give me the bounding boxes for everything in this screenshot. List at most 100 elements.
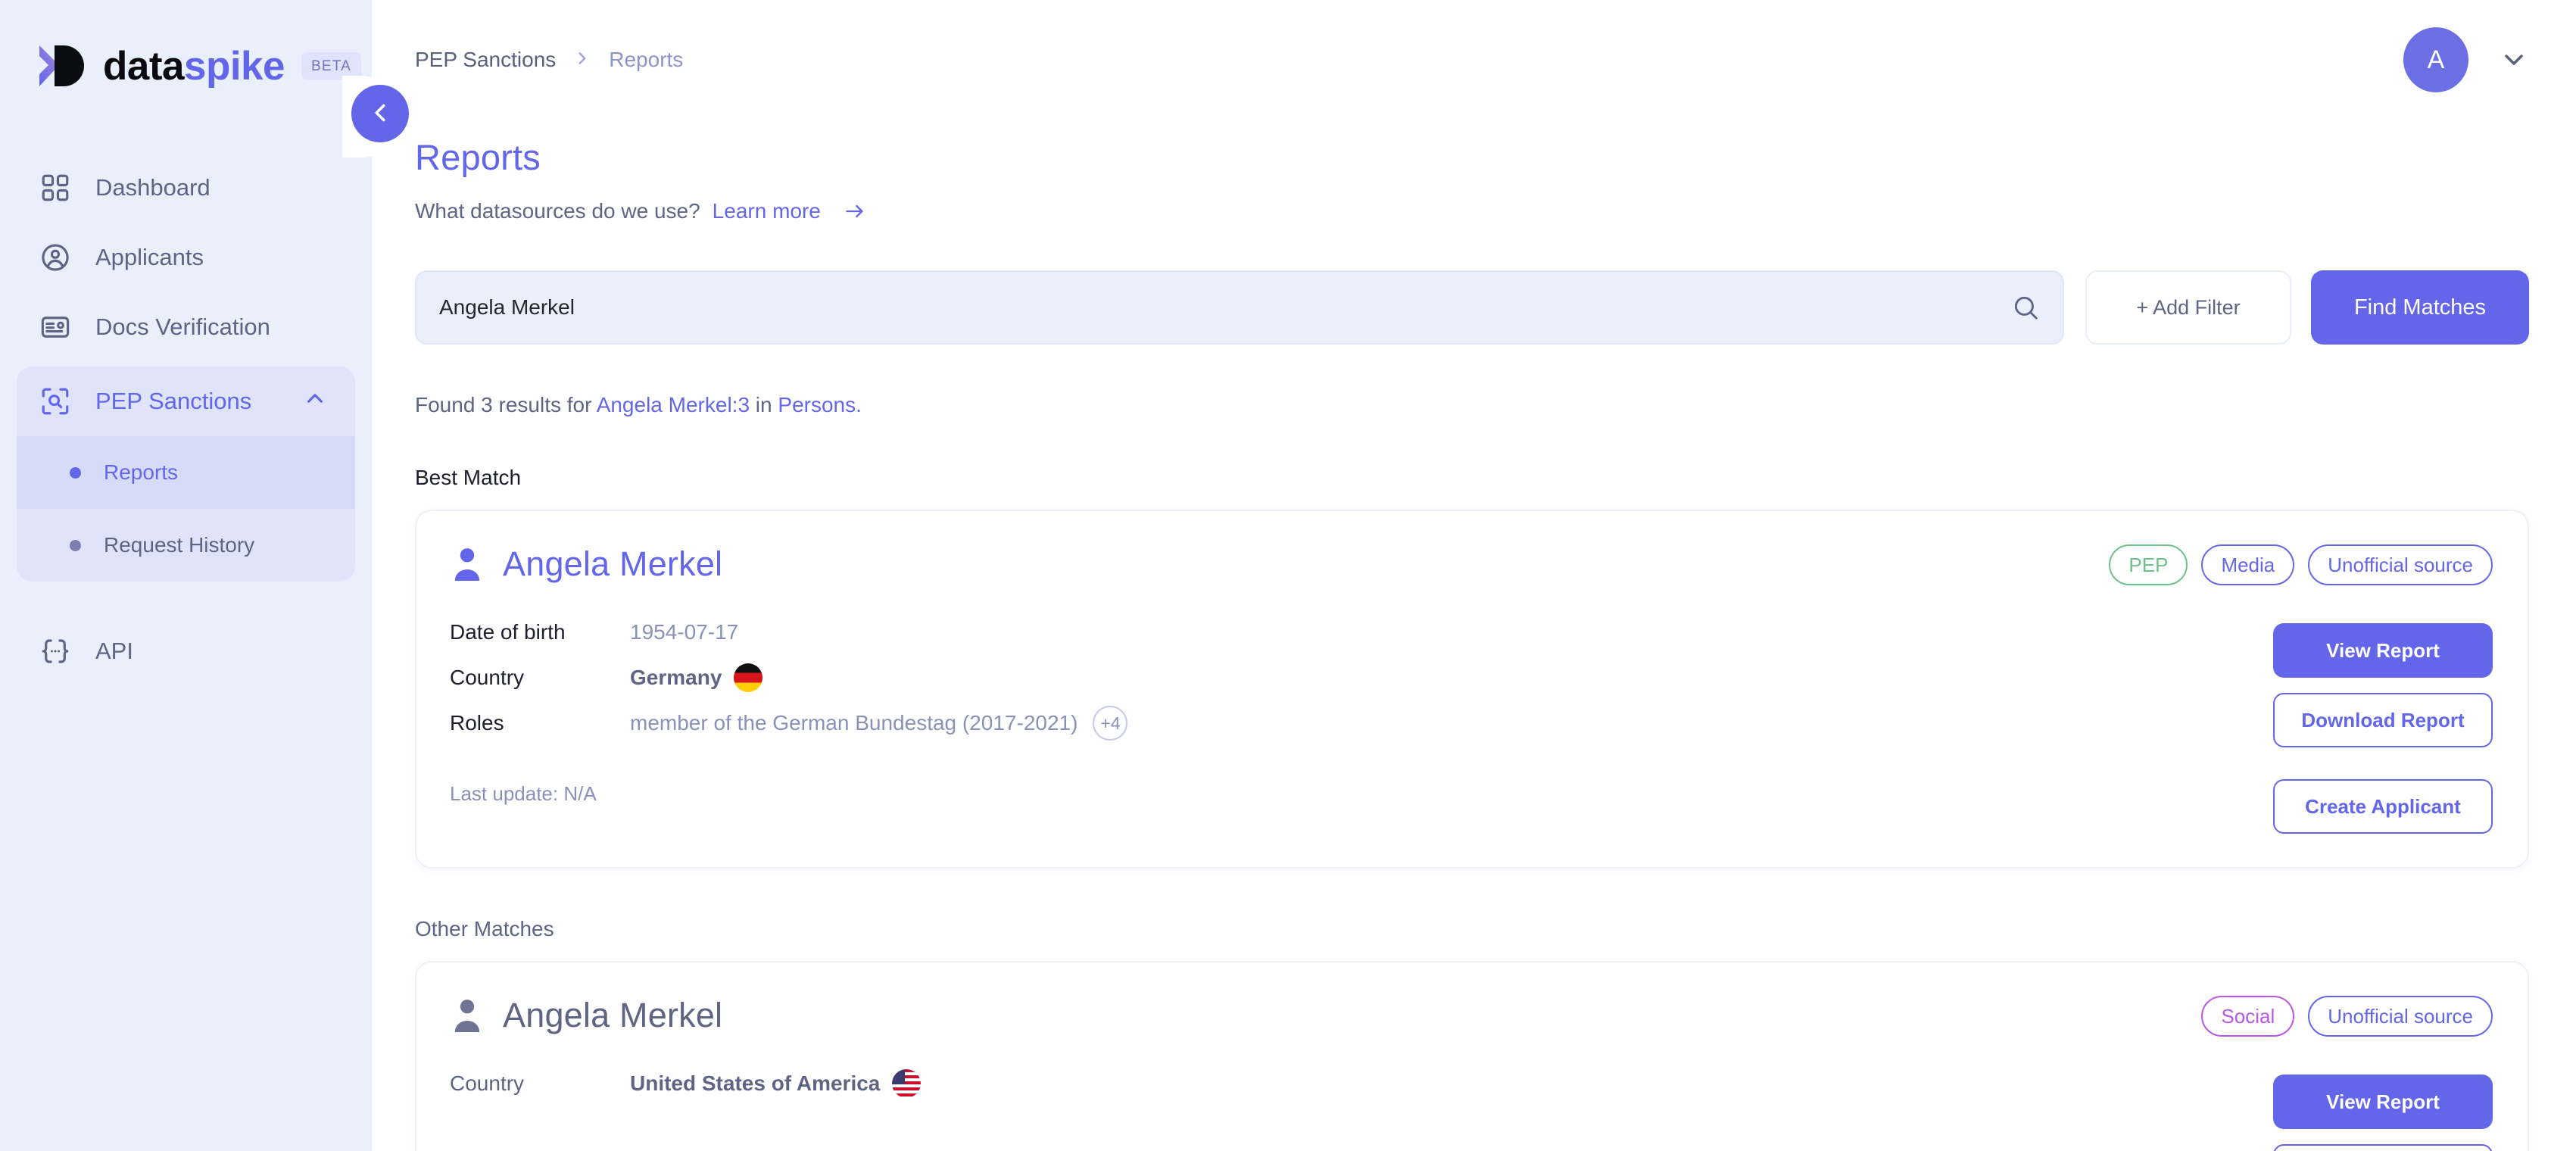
detail-value: United States of America [630,1071,881,1095]
sidebar-item-docs-verification[interactable]: Docs Verification [17,292,355,362]
results-mid: in [750,393,778,416]
person-icon [450,997,485,1034]
scan-search-icon [38,384,73,419]
chevron-right-icon [572,47,592,73]
main-content: PEP Sanctions Reports A Reports What dat… [372,0,2576,1151]
card-right: PEP Media Unofficial source View Report … [2109,544,2493,834]
sidebar-item-pep-sanctions[interactable]: PEP Sanctions [17,367,355,436]
dataspike-logo-icon [38,44,85,88]
sidebar-item-api[interactable]: API [17,616,355,686]
bullet-dot-icon [70,466,81,479]
sidebar-item-applicants[interactable]: Applicants [17,223,355,292]
detail-key: Country [450,666,525,689]
datasources-question: What datasources do we use? [415,199,700,223]
breadcrumb-current: Reports [609,48,684,71]
add-filter-button[interactable]: + Add Filter [2085,270,2291,345]
card-left: Angela Merkel Country United States of A… [450,996,2193,1151]
person-name[interactable]: Angela Merkel [503,996,722,1035]
search-row: + Add Filter Find Matches [415,270,2529,345]
user-circle-icon [38,240,73,275]
breadcrumb-root[interactable]: PEP Sanctions [415,48,556,72]
detail-value-wrap: member of the German Bundestag (2017-202… [630,706,1128,741]
view-report-button[interactable]: View Report [2273,1075,2493,1129]
last-update-text: Last update: N/A [450,782,597,805]
brand-wordmark: dataspike [103,46,285,86]
arrow-right-icon[interactable] [842,201,868,222]
id-card-icon [38,310,73,345]
results-summary: Found 3 results for Angela Merkel:3 in P… [415,393,2529,417]
person-name[interactable]: Angela Merkel [503,544,722,584]
status-badge-pep: PEP [2109,544,2188,585]
sidebar-item-reports[interactable]: Reports [17,436,355,509]
flag-usa-icon [892,1069,922,1098]
breadcrumb: PEP Sanctions Reports [415,47,683,73]
topbar-right: A [2403,27,2529,92]
person-icon [450,545,485,583]
detail-value-wrap: United States of America [630,1069,922,1098]
detail-table: Country United States of America [450,1061,2193,1106]
card-right: Social Unofficial source View Report Dow… [2193,996,2493,1151]
download-report-button[interactable]: Download Report [2273,693,2493,747]
brand-name-part1: data [103,43,184,89]
topbar: PEP Sanctions Reports A [372,0,2576,120]
sidebar-subitem-label: Request History [104,533,255,557]
status-badge-unofficial-source: Unofficial source [2308,544,2493,585]
sidebar-collapse-wrap [342,76,418,158]
sidebar-item-label: API [95,638,133,664]
detail-key: Date of birth [450,620,566,644]
detail-value: Germany [630,666,722,689]
sidebar-subitem-label: Reports [104,460,179,484]
datasources-hint: What datasources do we use? Learn more [415,199,2529,223]
detail-value: member of the German Bundestag (2017-202… [630,711,1078,735]
learn-more-link[interactable]: Learn more [713,199,821,223]
sidebar-group-label: PEP Sanctions [95,388,252,414]
bullet-dot-icon [70,539,81,551]
sidebar-item-request-history[interactable]: Request History [17,509,355,582]
results-prefix: Found 3 results for [415,393,597,416]
sidebar-item-dashboard[interactable]: Dashboard [17,153,355,223]
sidebar: dataspike BETA Dashboard Applicants Docs… [0,0,372,1151]
avatar-initial: A [2427,45,2445,74]
sidebar-nav: Dashboard Applicants Docs Verification P… [0,153,372,686]
detail-row: Country United States of America [450,1061,2193,1106]
create-applicant-button[interactable]: Create Applicant [2273,779,2493,834]
find-matches-button[interactable]: Find Matches [2311,270,2529,345]
other-match-card: Angela Merkel Country United States of A… [415,961,2529,1151]
status-badge-social: Social [2201,996,2295,1037]
person-header: Angela Merkel [450,996,2193,1035]
detail-value-wrap: Germany [630,663,763,692]
view-report-button[interactable]: View Report [2273,623,2493,678]
app-root: dataspike BETA Dashboard Applicants Docs… [0,0,2576,1151]
chevron-down-icon[interactable] [2499,45,2529,75]
status-badge-unofficial-source: Unofficial source [2308,996,2493,1037]
brand-logo[interactable]: dataspike BETA [0,0,372,91]
search-input[interactable] [439,295,2011,320]
other-matches-label: Other Matches [415,917,554,940]
sidebar-group-pep-sanctions: PEP Sanctions Reports Request History [17,367,355,582]
detail-row: Date of birth 1954-07-17 [450,610,2193,655]
curly-braces-icon [38,634,73,669]
search-box[interactable] [415,270,2064,345]
page-title: Reports [415,137,541,177]
search-icon[interactable] [2011,293,2040,322]
sidebar-item-label: Dashboard [95,174,211,201]
more-roles-badge[interactable]: +4 [1093,706,1128,741]
chevron-up-icon[interactable] [302,385,328,417]
person-header: Angela Merkel [450,544,2193,584]
results-query[interactable]: Angela Merkel:3 [597,393,750,416]
sidebar-collapse-button[interactable] [351,85,409,142]
page-body: Reports What datasources do we use? Lear… [372,136,2576,1151]
best-match-label: Best Match [415,466,522,489]
detail-table: Date of birth 1954-07-17 Country Germany… [450,610,2193,746]
detail-row: Roles member of the German Bundestag (20… [450,700,2193,746]
grid-dashboard-icon [38,170,73,205]
card-left: Angela Merkel Date of birth 1954-07-17 C… [450,544,2193,834]
download-report-button[interactable]: Download Report [2273,1144,2493,1151]
status-badge-media: Media [2201,544,2295,585]
sidebar-item-label: Applicants [95,244,204,270]
brand-name-part2: spike [183,43,285,89]
detail-row: Country Germany [450,655,2193,700]
results-scope[interactable]: Persons. [778,393,862,416]
avatar[interactable]: A [2403,27,2468,92]
chevron-left-icon [366,98,395,129]
